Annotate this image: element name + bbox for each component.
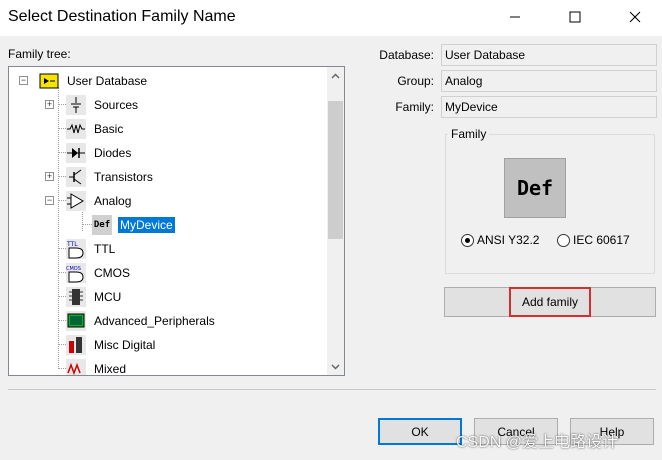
expand-toggle[interactable]: +: [45, 100, 54, 109]
tree-item-label: Diodes: [94, 146, 132, 160]
misc-digital-icon: [66, 335, 86, 355]
tree-item-label: Transistors: [94, 170, 153, 184]
ttl-icon: TTL: [66, 239, 86, 259]
tree-item-user-database[interactable]: User Database: [39, 69, 149, 93]
tree-item-label: User Database: [67, 74, 148, 88]
database-icon: [39, 71, 59, 91]
title-bar: Select Destination Family Name: [0, 0, 662, 36]
tree-scrollbar[interactable]: [327, 67, 344, 375]
family-label: Family:: [395, 100, 434, 114]
chevron-down-icon: [331, 364, 340, 369]
radio-unselected-icon: [557, 233, 570, 247]
tree-item-label: CMOS: [94, 266, 130, 280]
tree-item-basic[interactable]: Basic: [66, 117, 125, 141]
maximize-button[interactable]: [552, 0, 598, 34]
tree-item-label: Misc Digital: [94, 338, 156, 352]
tree-item-advanced-peripherals[interactable]: Advanced_Peripherals: [66, 309, 217, 333]
minimize-icon: [510, 16, 520, 18]
tree-item-label: TTL: [94, 242, 116, 256]
family-tree[interactable]: − + + − User Database Sources Basic Diod…: [8, 66, 345, 376]
chevron-up-icon: [331, 73, 340, 78]
database-field: User Database: [441, 44, 657, 66]
opamp-icon: [66, 191, 86, 211]
scroll-thumb[interactable]: [328, 101, 343, 239]
database-label: Database:: [379, 48, 434, 62]
transistor-icon: [66, 167, 86, 187]
mixed-icon: [66, 359, 86, 375]
radio-ansi-label: ANSI Y32.2: [477, 233, 540, 247]
tree-item-ttl[interactable]: TTL TTL: [66, 237, 117, 261]
separator: [8, 389, 656, 390]
scroll-up-button[interactable]: [327, 67, 344, 84]
sources-icon: [66, 95, 86, 115]
scroll-down-button[interactable]: [327, 358, 344, 375]
radio-ansi[interactable]: ANSI Y32.2: [461, 233, 539, 247]
tree-item-cmos[interactable]: CMOS CMOS: [66, 261, 132, 285]
tree-item-transistors[interactable]: Transistors: [66, 165, 155, 189]
peripherals-icon: [66, 311, 86, 331]
tree-content: − + + − User Database Sources Basic Diod…: [9, 67, 327, 375]
family-tree-label: Family tree:: [8, 47, 71, 61]
tree-item-mixed[interactable]: Mixed: [66, 357, 128, 375]
maximize-icon: [569, 11, 581, 23]
tree-item-label: Basic: [94, 122, 124, 136]
watermark: CSDN @爱上电路设计: [456, 434, 619, 451]
radio-selected-icon: [461, 233, 474, 247]
family-symbol-preview: Def: [504, 158, 566, 218]
close-button[interactable]: [612, 0, 658, 34]
tree-item-misc-digital[interactable]: Misc Digital: [66, 333, 157, 357]
tree-item-mydevice[interactable]: Def MyDevice: [92, 213, 175, 237]
tree-item-mcu[interactable]: MCU: [66, 285, 123, 309]
tree-item-label: MCU: [94, 290, 122, 304]
radio-iec[interactable]: IEC 60617: [557, 233, 630, 247]
ok-label: OK: [411, 424, 429, 439]
group-field: Analog: [441, 70, 657, 92]
family-field: MyDevice: [441, 96, 657, 118]
tree-item-label: Analog: [94, 194, 132, 208]
family-group-title: Family: [448, 127, 490, 141]
tree-item-label: MyDevice: [118, 217, 175, 233]
tree-line: [58, 87, 59, 369]
resistor-icon: [66, 119, 86, 139]
svg-text:TTL: TTL: [66, 241, 78, 248]
window-title: Select Destination Family Name: [8, 8, 236, 25]
group-label: Group:: [397, 74, 434, 88]
tree-item-label: Sources: [94, 98, 139, 112]
svg-text:CMOS: CMOS: [66, 266, 81, 272]
highlight-box: [509, 287, 591, 317]
expand-toggle[interactable]: +: [45, 172, 54, 181]
def-icon: Def: [92, 215, 112, 235]
ok-button[interactable]: OK: [378, 418, 462, 445]
mcu-icon: [66, 287, 86, 307]
radio-iec-label: IEC 60617: [573, 233, 630, 247]
tree-item-diodes[interactable]: Diodes: [66, 141, 133, 165]
tree-item-label: Mixed: [94, 362, 127, 375]
minimize-button[interactable]: [492, 0, 538, 34]
tree-item-label: Advanced_Peripherals: [94, 314, 215, 328]
tree-item-sources[interactable]: Sources: [66, 93, 140, 117]
tree-item-analog[interactable]: Analog: [66, 189, 133, 213]
collapse-toggle[interactable]: −: [45, 196, 54, 205]
diode-icon: [66, 143, 86, 163]
collapse-toggle[interactable]: −: [19, 76, 28, 85]
cmos-icon: CMOS: [66, 263, 86, 283]
close-icon: [629, 11, 641, 23]
